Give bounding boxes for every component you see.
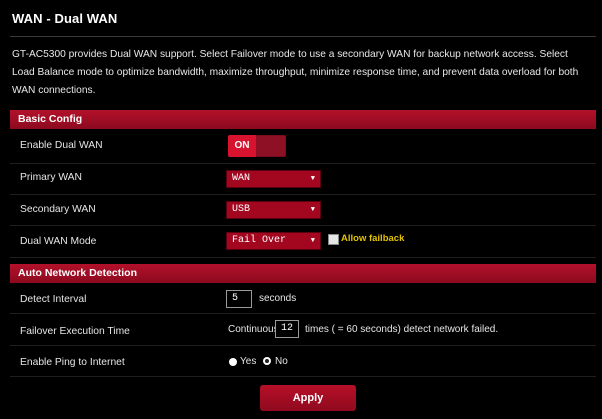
allow-failback-checkbox[interactable]: [328, 234, 339, 245]
ping-yes-label[interactable]: Yes: [240, 356, 256, 367]
row-divider: [10, 345, 596, 346]
enable-ping-label: Enable Ping to Internet: [20, 357, 125, 368]
ping-yes-radio[interactable]: [229, 358, 237, 366]
failover-prefix: Continuous: [228, 324, 279, 335]
row-divider: [10, 257, 596, 258]
dual-wan-panel: WAN - Dual WAN GT-AC5300 provides Dual W…: [0, 0, 602, 419]
allow-failback-label[interactable]: Allow failback: [341, 233, 404, 244]
detect-interval-unit: seconds: [259, 293, 297, 304]
primary-wan-value: WAN: [232, 173, 251, 184]
page-title: WAN - Dual WAN: [12, 11, 118, 26]
failover-suffix: times ( = 60 seconds) detect network fai…: [305, 324, 499, 335]
apply-button[interactable]: Apply: [260, 385, 356, 411]
ping-no-label[interactable]: No: [275, 356, 288, 367]
dual-wan-mode-label: Dual WAN Mode: [20, 236, 97, 247]
dual-wan-mode-select[interactable]: Fail Over ▼: [226, 232, 321, 250]
secondary-wan-select[interactable]: USB ▼: [226, 201, 321, 219]
basic-config-header: Basic Config: [10, 110, 596, 129]
detect-interval-label: Detect Interval: [20, 294, 87, 305]
page-description: GT-AC5300 provides Dual WAN support. Sel…: [12, 49, 579, 96]
title-divider: [10, 36, 596, 37]
auto-network-detection-header: Auto Network Detection: [10, 264, 596, 283]
primary-wan-select[interactable]: WAN ▼: [226, 170, 321, 188]
toggle-knob: [256, 136, 285, 156]
row-divider: [10, 194, 596, 195]
secondary-wan-value: USB: [232, 204, 251, 215]
dual-wan-mode-value: Fail Over: [232, 235, 287, 246]
row-divider: [10, 225, 596, 226]
enable-dual-wan-label: Enable Dual WAN: [20, 140, 103, 151]
row-divider: [10, 376, 596, 377]
secondary-wan-label: Secondary WAN: [20, 204, 96, 215]
primary-wan-label: Primary WAN: [20, 172, 82, 183]
failover-execution-time-label: Failover Execution Time: [20, 326, 130, 337]
failover-times-input[interactable]: 12: [275, 320, 299, 338]
detect-interval-input[interactable]: 5: [226, 290, 252, 308]
chevron-down-icon: ▼: [310, 237, 315, 245]
enable-dual-wan-toggle[interactable]: ON: [228, 135, 286, 157]
row-divider: [10, 313, 596, 314]
chevron-down-icon: ▼: [310, 206, 315, 214]
chevron-down-icon: ▼: [310, 175, 315, 183]
row-divider: [10, 163, 596, 164]
ping-no-radio[interactable]: [263, 357, 271, 365]
toggle-on-label: ON: [228, 135, 256, 157]
